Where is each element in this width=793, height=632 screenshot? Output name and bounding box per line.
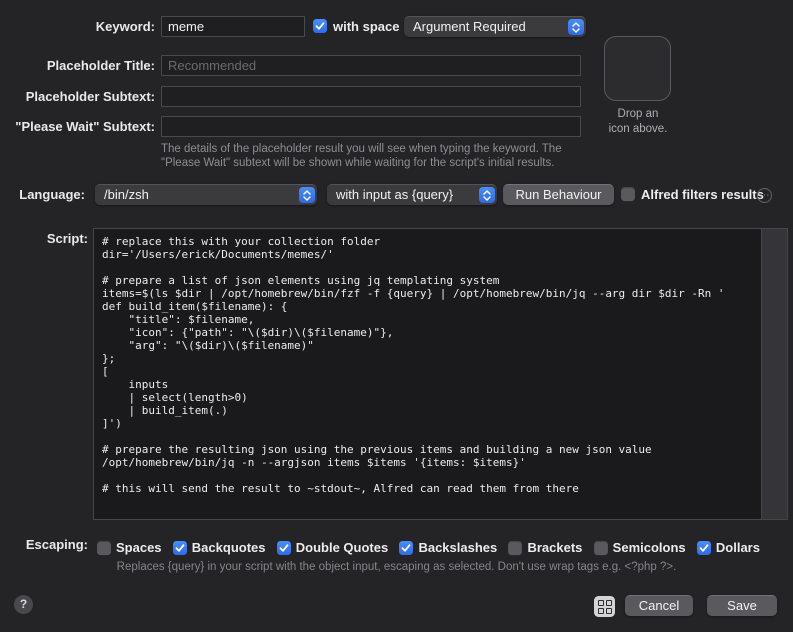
alfred-filters-checkbox[interactable]: [621, 187, 635, 201]
script-scrollbar[interactable]: [761, 229, 787, 519]
grid-icon: [597, 599, 612, 614]
escaping-option-spaces: Spaces: [97, 540, 162, 556]
language-label: Language:: [19, 187, 85, 202]
semicolons-label: Semicolons: [612, 540, 686, 555]
escaping-option-backquotes: Backquotes: [172, 540, 266, 556]
checkmark-icon: [402, 544, 411, 552]
icon-dropwell-caption: Drop an icon above.: [608, 108, 668, 135]
save-button[interactable]: Save: [707, 595, 777, 616]
semicolons-checkbox[interactable]: [593, 541, 608, 555]
spaces-checkbox[interactable]: [97, 541, 111, 555]
checkmark-icon: [315, 22, 325, 30]
dollars-checkbox[interactable]: [696, 541, 711, 555]
double-quotes-label: Double Quotes: [295, 540, 389, 555]
run-options-ellipsis-icon[interactable]: ⋯: [757, 188, 772, 203]
checkmark-icon: [699, 544, 709, 552]
popup-chevrons-icon: [479, 187, 495, 203]
language-select[interactable]: /bin/zsh: [95, 184, 317, 205]
brackets-checkbox[interactable]: [508, 541, 523, 555]
argument-required-value: Argument Required: [413, 19, 526, 34]
script-editor[interactable]: # replace this with your collection fold…: [93, 228, 788, 520]
escaping-option-backslashes: Backslashes: [399, 540, 497, 556]
placeholder-title-label: Placeholder Title:: [46, 58, 155, 73]
escaping-option-dollars: Dollars: [696, 540, 760, 556]
escaping-option-double-quotes: Double Quotes: [276, 540, 389, 556]
cancel-button[interactable]: Cancel: [625, 595, 693, 616]
input-mode-value: with input as {query}: [336, 187, 454, 202]
grid-view-button[interactable]: [594, 596, 615, 617]
keyword-input[interactable]: [161, 16, 305, 37]
argument-required-select[interactable]: Argument Required: [404, 16, 586, 37]
keyword-label: Keyword:: [95, 19, 155, 34]
brackets-label: Brackets: [527, 540, 583, 555]
escaping-label: Escaping:: [25, 537, 88, 552]
backquotes-label: Backquotes: [191, 540, 266, 555]
please-wait-subtext-input[interactable]: [161, 116, 581, 137]
please-wait-subtext-label: "Please Wait" Subtext:: [15, 119, 155, 134]
with-space-label: with space: [333, 19, 400, 34]
backslashes-label: Backslashes: [418, 540, 498, 555]
backquotes-checkbox[interactable]: [172, 541, 187, 555]
placeholder-hint: The details of the placeholder result yo…: [161, 143, 562, 169]
script-filter-config-sheet: Keyword: with space Argument Required Pl…: [0, 0, 793, 632]
placeholder-subtext-input[interactable]: [161, 86, 581, 107]
question-icon: ?: [19, 597, 28, 611]
escaping-option-brackets: Brackets: [508, 540, 582, 556]
escaping-note: Replaces {query} in your script with the…: [116, 561, 677, 573]
with-space-checkbox[interactable]: [313, 19, 327, 33]
alfred-filters-label: Alfred filters results: [641, 187, 764, 202]
popup-chevrons-icon: [568, 19, 584, 35]
checkmark-icon: [175, 544, 185, 552]
escaping-options: Spaces Backquotes Double Quotes Backslas…: [97, 540, 760, 556]
script-code[interactable]: # replace this with your collection fold…: [94, 229, 761, 519]
spaces-label: Spaces: [116, 540, 162, 555]
checkmark-icon: [279, 544, 289, 552]
placeholder-subtext-label: Placeholder Subtext:: [25, 89, 155, 104]
dollars-label: Dollars: [715, 540, 760, 555]
popup-chevrons-icon: [299, 187, 315, 203]
backslashes-checkbox[interactable]: [399, 541, 414, 555]
placeholder-title-input[interactable]: [161, 55, 581, 76]
icon-dropwell[interactable]: [604, 36, 671, 101]
script-label: Script:: [46, 231, 88, 246]
escaping-option-semicolons: Semicolons: [593, 540, 686, 556]
double-quotes-checkbox[interactable]: [276, 541, 291, 555]
help-button[interactable]: ?: [14, 595, 33, 614]
run-behaviour-button[interactable]: Run Behaviour: [503, 184, 614, 205]
language-value: /bin/zsh: [104, 187, 149, 202]
input-mode-select[interactable]: with input as {query}: [327, 184, 497, 205]
